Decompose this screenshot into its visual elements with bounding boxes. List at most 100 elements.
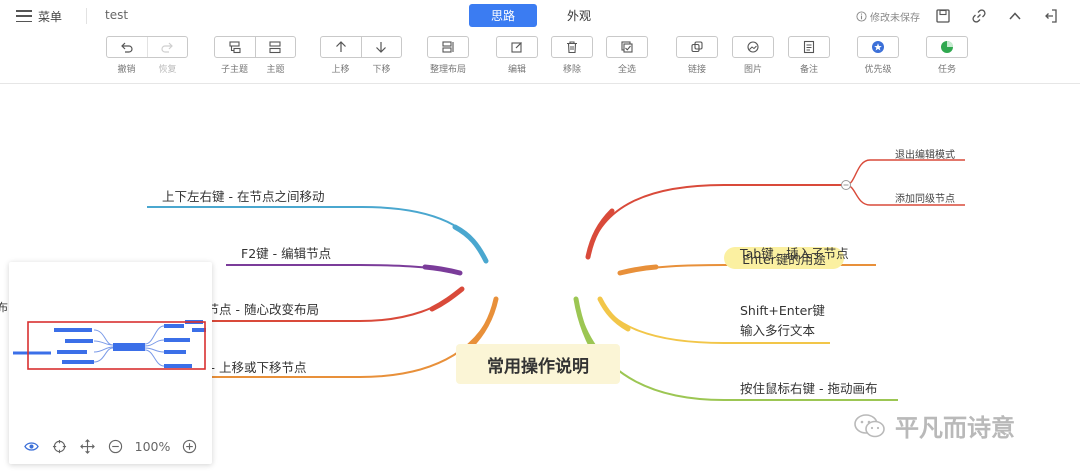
branch-line-purple-thick <box>422 264 463 276</box>
exit-icon <box>1045 9 1057 23</box>
tab-appearance[interactable]: 外观 <box>545 4 613 27</box>
plus-circle-icon <box>182 439 197 453</box>
redo-icon <box>161 42 174 53</box>
redo-button[interactable] <box>146 37 187 57</box>
share-link-button[interactable] <box>966 6 992 26</box>
topic-exit-edit[interactable]: 退出编辑模式 <box>895 146 955 161</box>
branch-line-right-red-thick <box>585 208 615 260</box>
zoom-level: 100% <box>134 438 171 454</box>
move-up-label: 上移 <box>331 65 350 75</box>
task-button[interactable] <box>926 36 968 58</box>
save-status: 修改未保存 <box>856 9 920 24</box>
image-icon <box>747 41 759 53</box>
save-status-text: 修改未保存 <box>870 12 920 24</box>
select-all-button[interactable] <box>606 36 648 58</box>
mindmap-editor: 菜单 test 思路 外观 修改未保存 撤销 恢复 子主题 主题 上移 下移 整… <box>0 0 1080 471</box>
info-icon <box>856 10 867 22</box>
edit-label: 编辑 <box>507 65 526 75</box>
enter-child-line-1 <box>845 159 965 186</box>
move-down-button[interactable] <box>360 37 401 57</box>
image-button[interactable] <box>732 36 774 58</box>
divider <box>86 8 87 24</box>
chevron-up-icon <box>1009 12 1021 20</box>
topic-move-node[interactable]: 下 - 上移或下移节点 <box>194 357 354 376</box>
link-label: 链接 <box>687 65 706 75</box>
topic-f2-edit[interactable]: F2键 - 编辑节点 <box>241 243 331 262</box>
note-tool: 备注 <box>788 36 830 75</box>
wechat-icon <box>854 413 885 437</box>
crosshair-icon <box>53 439 67 453</box>
undo-label: 撤销 <box>117 65 136 75</box>
branch-line-orange-thick <box>467 296 499 350</box>
locate-root-button[interactable] <box>51 437 69 455</box>
topic-shift-enter-line1[interactable]: Shift+Enter键 <box>740 300 825 319</box>
zoom-in-button[interactable] <box>180 437 198 455</box>
link-tool: 链接 <box>676 36 718 75</box>
undo-redo-group: 撤销 恢复 <box>106 36 188 75</box>
branch-line-right-orange-thick <box>617 264 659 276</box>
toggle-minimap-button[interactable] <box>23 437 41 455</box>
priority-tool: 优先级 <box>857 36 899 75</box>
image-tool: 图片 <box>732 36 774 75</box>
move-group: 上移 下移 <box>320 36 402 75</box>
tab-thinking[interactable]: 思路 <box>469 4 538 27</box>
hamburger-icon <box>16 10 32 22</box>
topic-icon <box>269 41 282 54</box>
edit-tool: 编辑 <box>496 36 538 75</box>
layout-icon <box>442 41 454 53</box>
arrow-up-icon <box>336 41 346 52</box>
editor-toolbar: 撤销 恢复 子主题 主题 上移 下移 整理布局 编辑 移除 全选 链接 图片 备… <box>0 36 1080 80</box>
topic-add-sibling[interactable]: 添加同级节点 <box>895 190 955 205</box>
move-up-button[interactable] <box>321 37 361 57</box>
watermark: 平凡而诗意 <box>853 408 1015 443</box>
document-title[interactable]: test <box>105 8 128 22</box>
topic-right-mouse[interactable]: 按住鼠标右键 - 拖动画布 <box>740 378 877 397</box>
child-topic-label: 子主题 <box>220 65 248 75</box>
branch-line-red-thick <box>429 286 465 312</box>
select-all-tool: 全选 <box>606 36 648 75</box>
child-topic-icon <box>229 41 241 54</box>
pan-button[interactable] <box>79 437 97 455</box>
arrow-down-icon <box>376 42 387 53</box>
top-bar: 菜单 test 思路 外观 修改未保存 撤销 恢复 子主题 主题 上移 下移 整… <box>0 0 1080 84</box>
add-topic-button[interactable] <box>254 37 295 57</box>
topic-navigate[interactable]: 上下左右键 - 在节点之间移动 <box>162 186 324 205</box>
topic-shift-enter-line2[interactable]: 输入多行文本 <box>740 320 815 339</box>
link-button[interactable] <box>676 36 718 58</box>
topic-tab-key[interactable]: Tab键 - 插入子节点 <box>740 243 849 262</box>
select-all-icon <box>621 41 633 53</box>
note-icon <box>803 40 815 54</box>
exit-button[interactable] <box>1038 6 1064 26</box>
eye-icon <box>24 441 39 451</box>
top-right-actions: 修改未保存 <box>856 6 1064 26</box>
collapse-toolbar-button[interactable] <box>1002 6 1028 26</box>
minimap-preview[interactable] <box>9 262 212 422</box>
save-button[interactable] <box>930 6 956 26</box>
add-child-topic-button[interactable] <box>215 37 255 57</box>
branch-line-blue-thick <box>452 224 489 264</box>
arrange-layout-tool: 整理布局 <box>425 36 471 75</box>
remove-label: 移除 <box>562 65 581 75</box>
zoom-out-button[interactable] <box>107 437 125 455</box>
note-button[interactable] <box>788 36 830 58</box>
task-label: 任务 <box>937 65 956 75</box>
remove-button[interactable] <box>551 36 593 58</box>
minimap-controls: 100% <box>9 432 212 460</box>
topic-label: 主题 <box>266 65 285 75</box>
redo-label: 恢复 <box>158 65 177 75</box>
priority-label: 优先级 <box>864 65 892 75</box>
root-topic[interactable]: 常用操作说明 <box>456 344 620 384</box>
arrange-layout-button[interactable] <box>427 36 469 58</box>
menu-label: 菜单 <box>38 9 63 24</box>
menu-button[interactable]: 菜单 <box>16 6 62 26</box>
priority-button[interactable] <box>857 36 899 58</box>
topic-group: 子主题 主题 <box>214 36 296 75</box>
task-tool: 任务 <box>926 36 968 75</box>
topic-drag-node[interactable]: 动节点 - 随心改变布局 <box>194 299 354 318</box>
save-icon <box>936 9 950 23</box>
edit-button[interactable] <box>496 36 538 58</box>
undo-button[interactable] <box>107 37 147 57</box>
view-tabs: 思路 外观 <box>469 4 613 27</box>
watermark-text: 平凡而诗意 <box>895 414 1015 442</box>
select-all-label: 全选 <box>617 65 636 75</box>
